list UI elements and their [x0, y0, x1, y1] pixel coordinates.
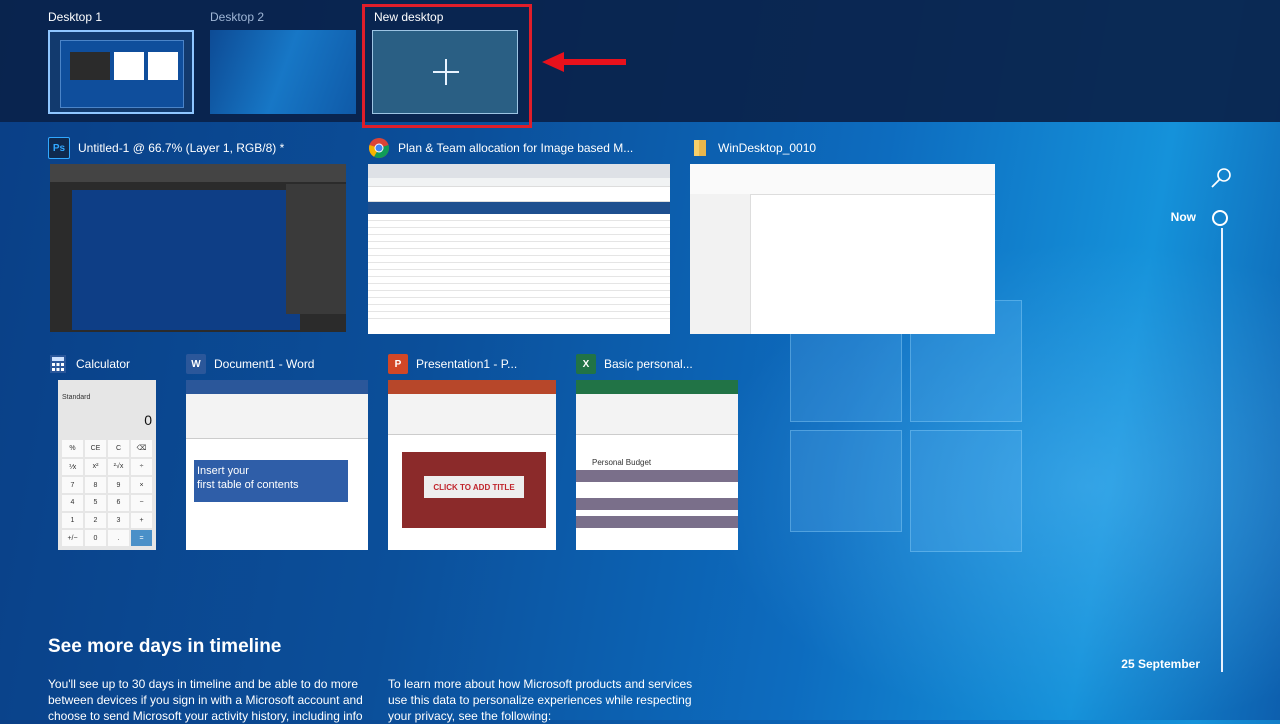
desktop-2-label: Desktop 2 [210, 10, 265, 24]
calc-display: 0 [144, 412, 152, 428]
window-title-bar: Plan & Team allocation for Image based M… [368, 136, 633, 160]
calc-keypad: % CE C ⌫ ⅟x x² ²√x ÷ 7 8 9 × 4 5 6− 1 2 3 + +/− 0. = [62, 440, 152, 546]
virtual-desktops-bar: Desktop 1 Desktop 2 New desktop [0, 0, 1280, 128]
desktop-2-thumbnail[interactable] [210, 30, 356, 114]
timeline-info-title: See more days in timeline [48, 636, 282, 657]
photoshop-icon: Ps [48, 137, 70, 159]
window-title-bar: Calculator [48, 352, 130, 376]
window-thumbnail[interactable]: CLICK TO ADD TITLE [388, 380, 556, 550]
word-icon: W [186, 354, 206, 374]
window-thumbnail[interactable]: Personal Budget [576, 380, 738, 550]
window-title-bar: P Presentation1 - P... [388, 352, 517, 376]
window-title-bar: X Basic personal... [576, 352, 693, 376]
window-title-bar: Ps Untitled-1 @ 66.7% (Layer 1, RGB/8) * [48, 136, 284, 160]
sheet-title: Personal Budget [592, 458, 652, 467]
desktop-1-thumbnail[interactable] [48, 30, 194, 114]
window-title: Plan & Team allocation for Image based M… [398, 141, 634, 155]
powerpoint-icon: P [388, 354, 408, 374]
window-thumbnail[interactable]: Insert your first table of contents [186, 380, 368, 550]
new-desktop-button[interactable] [372, 30, 518, 114]
window-title: WinDesktop_0010 [718, 141, 817, 155]
folder-icon [694, 140, 706, 156]
plus-icon [433, 59, 459, 85]
desktop-1-label: Desktop 1 [48, 10, 103, 24]
calculator-icon [50, 355, 66, 373]
timeline-date-label: 25 September [1121, 657, 1200, 671]
window-title: Document1 - Word [214, 357, 315, 371]
excel-icon: X [576, 354, 596, 374]
timeline-scrollbar[interactable] [1221, 228, 1223, 672]
chrome-icon [369, 138, 389, 159]
slide-title: CLICK TO ADD TITLE [424, 476, 524, 498]
window-thumbnail[interactable] [50, 164, 346, 332]
word-banner: Insert your first table of contents [194, 460, 348, 502]
window-thumbnail[interactable] [690, 164, 995, 334]
window-title-bar: W Document1 - Word [186, 352, 314, 376]
window-title: Basic personal... [604, 357, 693, 371]
window-title: Presentation1 - P... [416, 357, 518, 371]
search-icon[interactable] [1210, 166, 1234, 190]
new-desktop-label: New desktop [374, 10, 444, 24]
timeline-now-label: Now [1170, 210, 1196, 224]
timeline-info-text-left: You'll see up to 30 days in timeline and… [48, 677, 363, 723]
window-thumbnail[interactable]: Standard 0 % CE C ⌫ ⅟x x² ²√x ÷ 7 8 9 × 4 5 6− 1 2 3 +… [58, 380, 156, 550]
timeline-info-text-right: To learn more about how Microsoft produc… [388, 677, 693, 723]
calc-mode: Standard [62, 394, 91, 401]
window-title-bar: WinDesktop_0010 [690, 136, 816, 160]
red-arrow-icon [542, 52, 626, 72]
window-title: Calculator [76, 357, 131, 371]
timeline-now-handle[interactable] [1212, 210, 1228, 226]
window-thumbnail[interactable] [368, 164, 670, 334]
window-title: Untitled-1 @ 66.7% (Layer 1, RGB/8) * [78, 141, 285, 155]
